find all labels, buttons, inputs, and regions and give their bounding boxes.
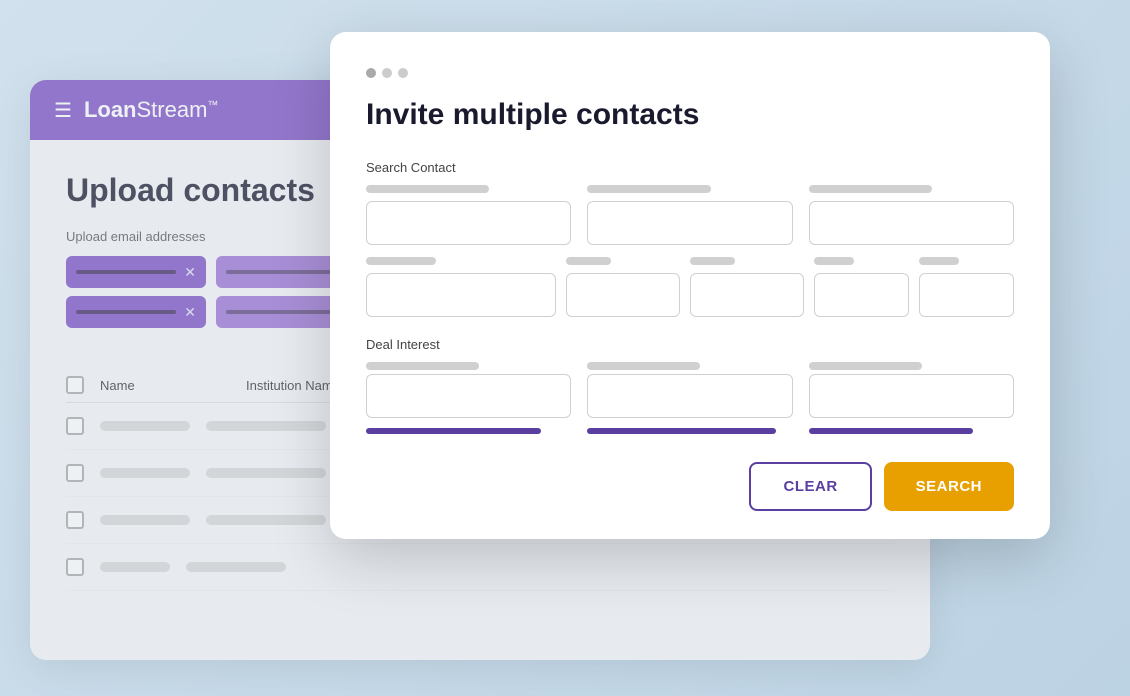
field-label-bar-2 [587,185,710,193]
search-input-7[interactable] [814,273,909,317]
field-label-bar-6 [690,257,735,265]
search-fields-row-1 [366,185,1014,245]
deal-fields-row [366,362,1014,418]
modal-actions: CLEAR SEARCH [366,462,1014,511]
deal-interest-label: Deal Interest [366,337,1014,352]
field-label-bar-5 [566,257,611,265]
dot-1 [366,68,376,78]
search-fields-row-2 [366,257,1014,317]
search-input-3[interactable] [809,201,1014,245]
search-input-4[interactable] [366,273,556,317]
progress-bar-2-wrap [587,428,792,434]
field-label-bar-1 [366,185,489,193]
window-controls [366,68,1014,78]
deal-label-bar-2 [587,362,700,370]
field-label-bar-3 [809,185,932,193]
search-field-3 [809,185,1014,245]
field-label-bar-4 [366,257,436,265]
progress-bar-1 [366,428,541,434]
search-field-5 [566,257,680,317]
search-input-8[interactable] [919,273,1014,317]
modal-title: Invite multiple contacts [366,98,1014,132]
search-input-6[interactable] [690,273,804,317]
deal-field-2 [587,362,792,418]
deal-field-1 [366,362,571,418]
search-contact-label: Search Contact [366,160,1014,175]
search-input-1[interactable] [366,201,571,245]
clear-button[interactable]: CLEAR [749,462,871,511]
search-input-5[interactable] [566,273,680,317]
field-label-bar-8 [919,257,959,265]
invite-contacts-modal: Invite multiple contacts Search Contact [330,32,1050,539]
progress-bar-1-wrap [366,428,571,434]
deal-field-3 [809,362,1014,418]
progress-bar-2 [587,428,776,434]
progress-bar-3 [809,428,973,434]
search-field-1 [366,185,571,245]
deal-label-bar-1 [366,362,479,370]
search-field-4 [366,257,556,317]
search-button[interactable]: SEARCH [884,462,1014,511]
dot-2 [382,68,392,78]
deal-label-bar-3 [809,362,922,370]
search-field-2 [587,185,792,245]
deal-input-3[interactable] [809,374,1014,418]
search-input-2[interactable] [587,201,792,245]
progress-bars-row [366,428,1014,434]
dot-3 [398,68,408,78]
deal-input-2[interactable] [587,374,792,418]
field-label-bar-7 [814,257,854,265]
deal-input-1[interactable] [366,374,571,418]
search-field-7 [814,257,909,317]
search-field-8 [919,257,1014,317]
search-field-6 [690,257,804,317]
progress-bar-3-wrap [809,428,1014,434]
